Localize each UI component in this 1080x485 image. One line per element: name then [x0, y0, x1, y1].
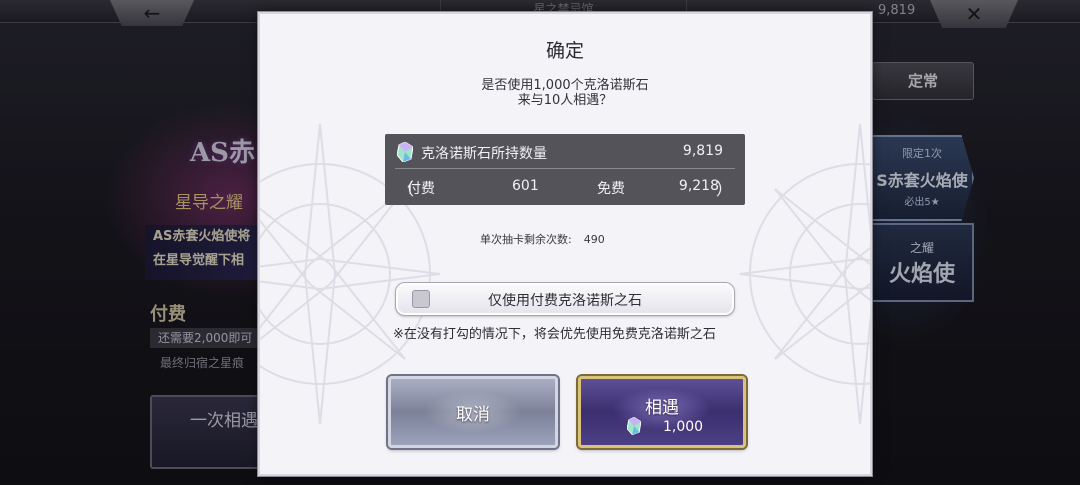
question-line: 是否使用1,000个克洛诺斯石: [481, 78, 649, 93]
usage-note: ※在没有打勾的情况下，将会优先使用免费克洛诺斯之石: [393, 327, 716, 342]
stone-breakdown-row: （ 付费 601 免费 9,218 ）: [385, 170, 745, 204]
question-line: 来与10人相遇？: [517, 93, 613, 108]
remaining-value: 490: [583, 233, 605, 246]
paren-close: ）: [716, 180, 733, 200]
dialog-title: 确定: [545, 40, 584, 62]
panel-divider: [395, 168, 735, 169]
paid-only-label: 仅使用付费克洛诺斯之石: [488, 293, 642, 309]
stone-total-row: 克洛诺斯石所持数量 9,819: [385, 134, 745, 168]
chronos-stone-icon: [397, 142, 413, 162]
remaining-draws: 单次抽卡剩余次数: 490: [480, 231, 605, 247]
confirm-dialog: 确定 是否使用1,000个克洛诺斯石 来与10人相遇？ 克洛诺斯石所持数量 9,…: [258, 12, 872, 476]
stone-total-label: 克洛诺斯石所持数量: [421, 146, 547, 162]
paid-only-toggle[interactable]: 仅使用付费克洛诺斯之石: [395, 282, 735, 316]
cancel-button[interactable]: 取消: [388, 376, 558, 448]
meet-cost: 1,000: [663, 419, 704, 435]
paid-label: 付费: [407, 181, 435, 197]
free-value: 9,218: [678, 178, 719, 194]
meet-button[interactable]: 相遇 1,000: [578, 376, 746, 448]
free-label: 免费: [597, 181, 625, 197]
cancel-label: 取消: [456, 405, 490, 425]
paid-value: 601: [512, 178, 539, 194]
stone-balance-panel: 克洛诺斯石所持数量 9,819 （ 付费 601 免费 9,218 ）: [385, 134, 745, 205]
remaining-label: 单次抽卡剩余次数:: [480, 233, 572, 246]
stone-total-value: 9,819: [682, 143, 723, 159]
star-decoration-right: [739, 123, 870, 425]
dialog-question: 是否使用1,000个克洛诺斯石 来与10人相遇？: [260, 78, 870, 108]
chronos-stone-icon: [627, 417, 641, 435]
meet-label: 相遇: [645, 398, 679, 418]
